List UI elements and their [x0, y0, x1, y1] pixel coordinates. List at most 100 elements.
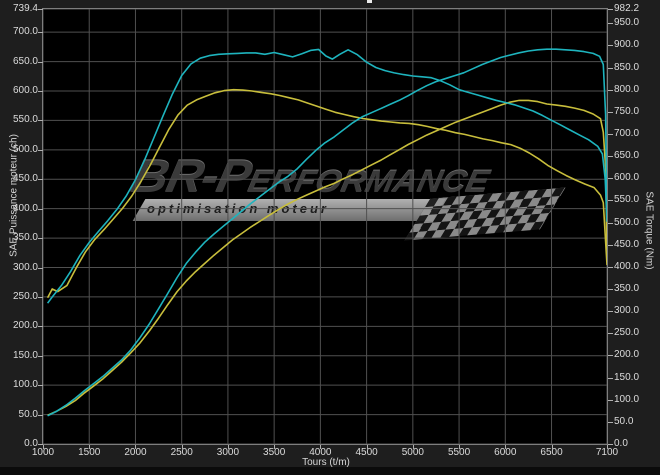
left-axis-tick: [38, 91, 43, 92]
left-axis-tick-label: 250.0: [12, 290, 38, 302]
x-axis-tick-label: 4000: [309, 447, 332, 458]
right-axis-tick-label: 750.0: [614, 105, 640, 117]
right-axis-tick: [608, 200, 613, 202]
x-axis-tick-label: 3500: [263, 447, 286, 458]
left-axis-tick-label: 550.0: [12, 114, 38, 126]
x-axis-tick-label: 6000: [494, 447, 517, 458]
right-axis-tick-label: 300.0: [614, 305, 640, 317]
left-axis-tick-label: 400.0: [12, 202, 38, 214]
left-axis-tick-label: 600.0: [12, 85, 38, 96]
right-axis-tick: [608, 222, 613, 224]
left-axis-tick: [38, 61, 43, 63]
right-axis-tick-label: 550.0: [614, 194, 640, 206]
left-axis-tick: [38, 355, 43, 357]
x-axis-tick-label: 2000: [124, 447, 147, 458]
right-axis-tick: [608, 288, 613, 290]
left-axis-tick-label: 650.0: [12, 55, 38, 67]
right-axis-tick-label: 800.0: [614, 83, 640, 95]
x-axis-tick-label: 1500: [78, 447, 101, 458]
right-axis-tick: [608, 355, 613, 357]
x-axis-tick: [320, 445, 322, 449]
right-axis-tick: [608, 178, 613, 180]
x-axis-tick: [551, 445, 553, 449]
x-axis-tick: [181, 445, 183, 449]
right-axis-tick-label: 100.0: [614, 393, 640, 405]
right-axis-tick-label: 982.2: [614, 3, 640, 14]
x-axis-tick-label: 2500: [170, 447, 193, 458]
right-axis-tick-label: 150.0: [614, 371, 640, 383]
left-axis-tick-label: 100.0: [12, 379, 38, 391]
right-axis-tick-label: 950.0: [614, 17, 640, 29]
x-axis-tick: [366, 445, 368, 449]
dyno-chart-window: BR-Performance optimisation moteur SAE P…: [0, 0, 660, 475]
x-axis-tick-label: 5500: [447, 447, 471, 458]
right-axis-tick: [608, 333, 613, 335]
left-axis-tick-label: 450.0: [12, 173, 38, 185]
left-axis-tick: [38, 385, 43, 387]
left-axis-tick: [38, 32, 43, 34]
series-yellow-power: [47, 99, 607, 416]
right-axis-tick-label: 650.0: [614, 150, 640, 162]
left-axis-tick-label: 200.0: [12, 320, 38, 332]
x-axis-title: Tours (t/m): [302, 457, 350, 468]
right-axis-tick: [608, 266, 613, 268]
left-axis-tick: [38, 296, 43, 298]
left-axis-tick-label: 300.0: [12, 261, 38, 273]
right-axis-tick: [608, 9, 613, 10]
right-axis-tick: [608, 377, 613, 379]
right-axis-tick: [608, 133, 613, 135]
left-axis-tick: [38, 179, 43, 181]
right-axis-tick-label: 200.0: [614, 349, 640, 361]
x-axis-tick: [43, 445, 44, 449]
right-axis-tick-label: 400.0: [614, 260, 640, 272]
right-axis-tick-label: 350.0: [614, 282, 640, 294]
right-axis-tick-label: 500.0: [614, 216, 640, 228]
right-axis-tick: [608, 156, 613, 158]
chart-plot-area: BR-Performance optimisation moteur: [42, 8, 608, 445]
right-axis-tick: [608, 45, 613, 47]
left-axis-tick: [38, 120, 43, 122]
x-axis-tick-label: 5000: [401, 447, 424, 458]
right-axis-tick-label: 600.0: [614, 172, 640, 184]
left-axis-tick-label: 700.0: [12, 26, 38, 38]
right-axis-tick: [608, 311, 613, 313]
x-axis-tick-label: 7100: [595, 447, 619, 458]
x-axis-tick: [459, 445, 461, 449]
chart-canvas: [43, 9, 607, 444]
x-axis-tick: [135, 445, 137, 449]
x-axis-tick: [227, 445, 229, 449]
left-axis-tick: [38, 149, 43, 151]
left-axis-tick: [38, 267, 43, 269]
right-axis-tick-label: 850.0: [614, 61, 640, 73]
x-axis-tick: [607, 445, 608, 449]
right-axis-tick-label: 50.0: [614, 415, 634, 427]
x-axis-tick-label: 3000: [216, 447, 240, 458]
right-axis-tick: [608, 89, 613, 91]
left-axis-tick-label: 150.0: [12, 349, 38, 361]
left-axis-tick-label: 739.4: [12, 3, 38, 14]
left-axis-tick-label: 500.0: [12, 143, 38, 155]
x-axis-tick-label: 1000: [31, 447, 55, 458]
x-axis-tick: [412, 445, 414, 449]
left-axis-tick: [38, 208, 43, 210]
series-cyan-power: [47, 48, 607, 417]
right-axis-tick: [608, 244, 613, 246]
right-axis-tick-label: 250.0: [614, 327, 640, 339]
x-axis-tick: [89, 445, 91, 449]
right-axis-tick-label: 450.0: [614, 238, 640, 250]
x-axis-tick: [505, 445, 507, 449]
x-axis-tick-label: 6500: [540, 447, 563, 458]
left-axis-tick: [38, 238, 43, 240]
x-axis-tick-label: 4500: [355, 447, 378, 458]
bottom-margin-strip: [0, 467, 660, 475]
right-axis-tick: [608, 421, 613, 423]
series-cyan-torque: [46, 48, 607, 304]
cut-off-title-mark: [367, 0, 372, 3]
left-axis-tick-label: 350.0: [12, 232, 38, 244]
right-axis-tick-label: 700.0: [614, 127, 640, 139]
left-axis-tick-label: 50.0: [18, 408, 38, 420]
right-axis-tick-label: 900.0: [614, 39, 640, 51]
right-axis-tick: [608, 111, 613, 113]
right-axis-tick: [608, 23, 613, 25]
right-axis-tick: [608, 399, 613, 401]
